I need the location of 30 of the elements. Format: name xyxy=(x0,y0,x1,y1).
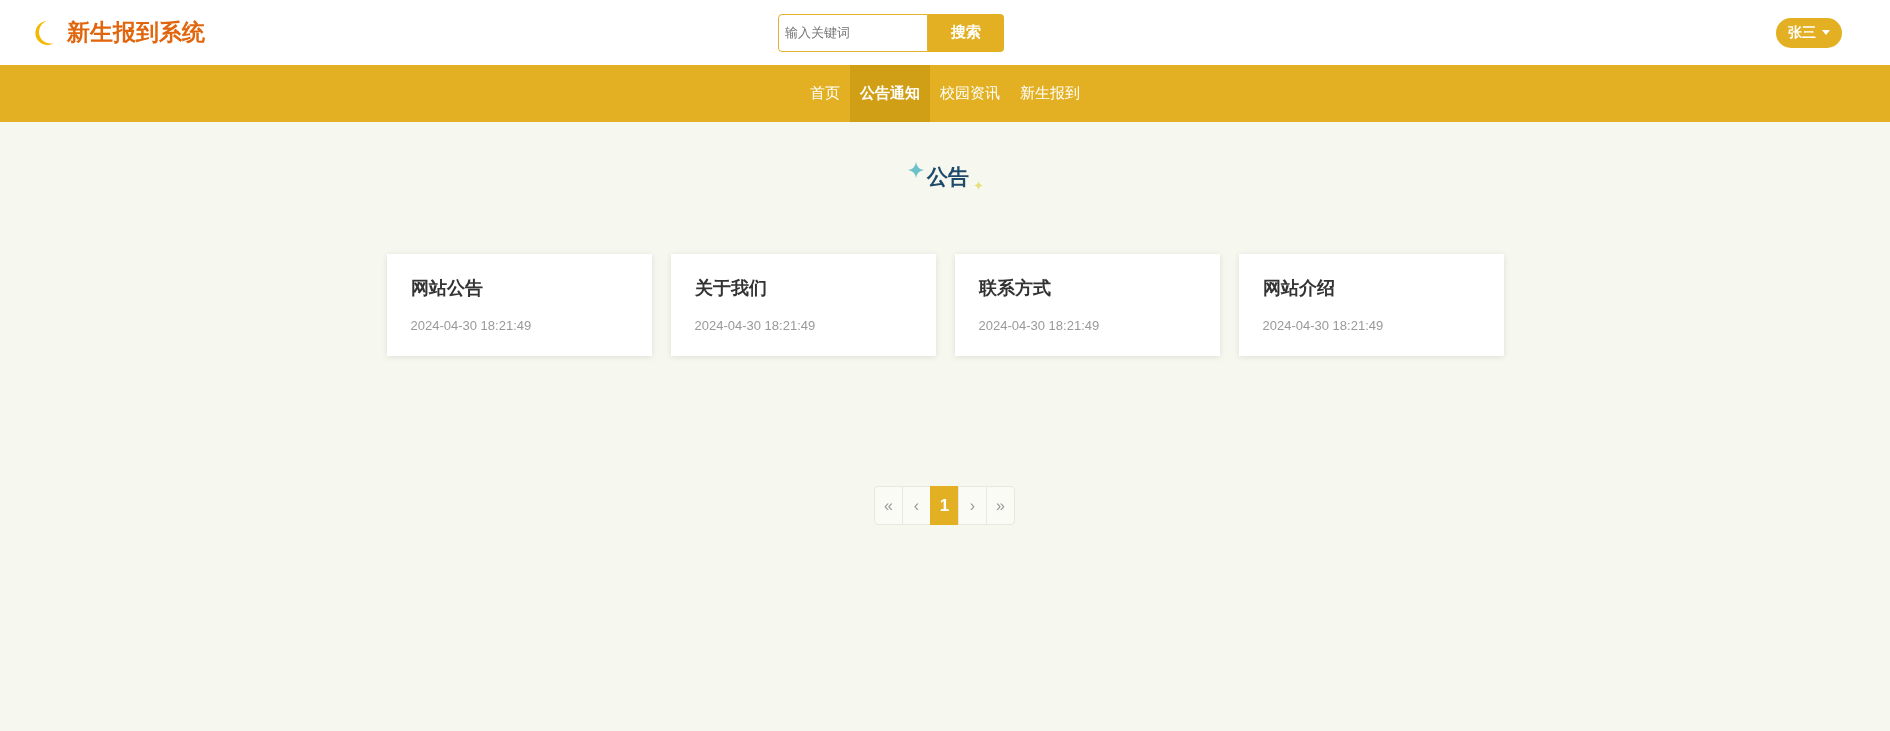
notice-card[interactable]: 联系方式 2024-04-30 18:21:49 xyxy=(954,254,1220,356)
notice-card[interactable]: 网站介绍 2024-04-30 18:21:49 xyxy=(1238,254,1504,356)
nav-link[interactable]: 校园资讯 xyxy=(930,65,1010,122)
moon-icon xyxy=(33,19,55,46)
caret-icon xyxy=(1822,30,1830,35)
nav-link[interactable]: 新生报到 xyxy=(1010,65,1090,122)
notice-title: 网站介绍 xyxy=(1262,277,1335,300)
notice-card[interactable]: 网站公告 2024-04-30 18:21:49 xyxy=(386,254,652,356)
notice-date: 2024-04-30 18:21:49 xyxy=(1262,318,1384,333)
nav-link[interactable]: 公告通知 xyxy=(850,65,930,122)
notice-card[interactable]: 关于我们 2024-04-30 18:21:49 xyxy=(670,254,936,356)
notice-title: 网站公告 xyxy=(410,277,483,300)
pagination-button[interactable]: » xyxy=(986,486,1015,525)
notice-title: 关于我们 xyxy=(694,277,767,300)
nav-link[interactable]: 首页 xyxy=(800,65,850,122)
pagination-button[interactable]: « xyxy=(874,486,903,525)
notice-date: 2024-04-30 18:21:49 xyxy=(978,318,1100,333)
user-menu-button[interactable]: 张三 xyxy=(1776,17,1842,48)
pagination-button[interactable]: 1 xyxy=(930,486,959,525)
site-logo-text: 新生报到系统 xyxy=(67,18,205,47)
search-field[interactable]: 输入关键词 xyxy=(778,13,928,52)
sparkle-icon xyxy=(907,162,924,178)
search-button[interactable]: 搜索 xyxy=(928,13,1004,52)
pagination-button[interactable]: ‹ xyxy=(902,486,931,525)
notice-title: 联系方式 xyxy=(978,277,1051,300)
notice-date: 2024-04-30 18:21:49 xyxy=(410,318,532,333)
sparkle-icon xyxy=(973,180,983,190)
section-title: 公告 xyxy=(926,164,969,190)
notice-date: 2024-04-30 18:21:49 xyxy=(694,318,816,333)
pagination-button[interactable]: › xyxy=(958,486,987,525)
